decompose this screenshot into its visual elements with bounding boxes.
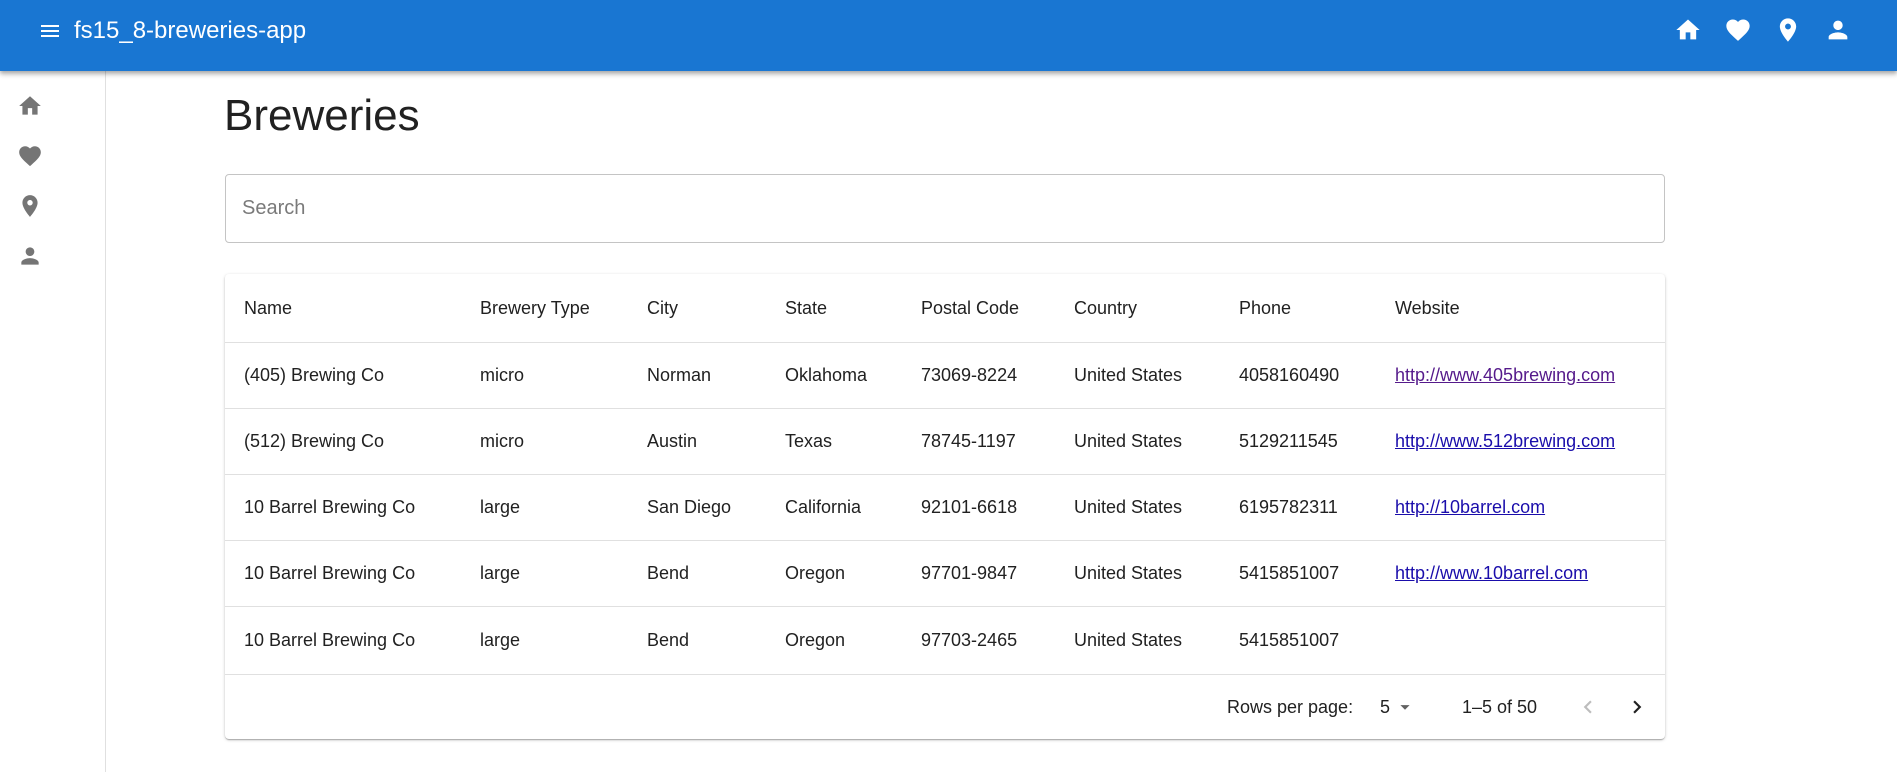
column-header-city[interactable]: City — [647, 274, 678, 342]
cell-postal-code: 92101-6618 — [921, 497, 1018, 517]
column-header-name[interactable]: Name — [244, 274, 292, 342]
favorites-button[interactable] — [1723, 15, 1753, 45]
cell-phone: 5415851007 — [1239, 563, 1340, 583]
rows-per-page-select[interactable]: 5 — [1380, 675, 1416, 739]
table-header-row: Name Brewery Type City State Postal Code… — [225, 274, 1665, 343]
table-row: (512) Brewing Co micro Austin Texas 7874… — [225, 409, 1665, 475]
column-header-country[interactable]: Country — [1074, 274, 1137, 342]
drawer-item-favorites[interactable] — [15, 141, 45, 171]
cell-state: Texas — [785, 431, 833, 451]
location-button[interactable] — [1773, 15, 1803, 45]
location-pin-icon — [1779, 18, 1797, 42]
column-header-postal-code[interactable]: Postal Code — [921, 274, 1019, 342]
drawer-item-location[interactable] — [15, 191, 45, 221]
cell-country: United States — [1074, 563, 1183, 583]
person-icon — [21, 247, 39, 265]
cell-website: http://10barrel.com — [1395, 475, 1545, 540]
cell-phone: 5129211545 — [1239, 431, 1338, 451]
cell-brewery-type: large — [480, 630, 521, 650]
app-bar: fs15_8-breweries-app — [0, 0, 1897, 71]
menu-icon — [41, 25, 59, 37]
cell-phone: 6195782311 — [1239, 497, 1338, 517]
cell-phone: 5415851007 — [1239, 630, 1340, 650]
location-pin-icon — [22, 195, 38, 217]
menu-button[interactable] — [33, 14, 67, 48]
cell-brewery-type: large — [480, 563, 521, 583]
side-drawer — [0, 71, 106, 772]
drawer-item-home[interactable] — [15, 91, 45, 121]
cell-postal-code: 97701-9847 — [921, 563, 1018, 583]
app-title: fs15_8-breweries-app — [74, 17, 307, 44]
website-link[interactable]: http://www.512brewing.com — [1395, 431, 1615, 452]
cell-brewery-type: micro — [480, 365, 524, 385]
cell-country: United States — [1074, 431, 1183, 451]
website-link[interactable]: http://www.405brewing.com — [1395, 365, 1615, 386]
cell-city: Austin — [647, 431, 698, 451]
cell-city: San Diego — [647, 497, 732, 517]
page-title: Breweries — [224, 91, 420, 140]
cell-name: 10 Barrel Brewing Co — [244, 497, 416, 517]
table-row: (405) Brewing Co micro Norman Oklahoma 7… — [225, 343, 1665, 409]
rows-per-page-label: Rows per page: — [1227, 696, 1354, 717]
home-icon — [19, 96, 41, 115]
cell-state: Oregon — [785, 563, 846, 583]
rows-per-page-value: 5 — [1380, 696, 1391, 717]
cell-brewery-type: micro — [480, 431, 524, 451]
website-link[interactable]: http://10barrel.com — [1395, 497, 1545, 518]
cell-website: http://www.10barrel.com — [1395, 541, 1588, 606]
cell-name: (512) Brewing Co — [244, 431, 385, 451]
cell-state: Oregon — [785, 630, 846, 650]
person-icon — [1828, 20, 1848, 40]
cell-name: 10 Barrel Brewing Co — [244, 630, 416, 650]
cell-website: http://www.405brewing.com — [1395, 343, 1615, 408]
home-button[interactable] — [1673, 15, 1703, 45]
table-row: 10 Barrel Brewing Co large Bend Oregon 9… — [225, 541, 1665, 607]
home-icon — [1676, 19, 1700, 40]
drawer-item-account[interactable] — [15, 241, 45, 271]
heart-icon — [19, 146, 41, 167]
column-header-phone[interactable]: Phone — [1239, 274, 1291, 342]
page-range: 1–5 of 50 — [1462, 696, 1538, 717]
column-header-brewery-type[interactable]: Brewery Type — [480, 274, 590, 342]
cell-phone: 4058160490 — [1239, 365, 1340, 385]
cell-brewery-type: large — [480, 497, 521, 517]
cell-postal-code: 73069-8224 — [921, 365, 1018, 385]
cell-state: California — [785, 497, 862, 517]
table-pagination: Rows per page: 5 1–5 of 50 — [225, 675, 1665, 739]
cell-state: Oklahoma — [785, 365, 868, 385]
search-input[interactable] — [225, 174, 1665, 243]
cell-city: Norman — [647, 365, 712, 385]
table-row: 10 Barrel Brewing Co large San Diego Cal… — [225, 475, 1665, 541]
cell-name: 10 Barrel Brewing Co — [244, 563, 416, 583]
cell-country: United States — [1074, 630, 1183, 650]
cell-country: United States — [1074, 365, 1183, 385]
cell-postal-code: 78745-1197 — [921, 431, 1016, 451]
previous-page-button[interactable] — [1572, 691, 1604, 723]
cell-city: Bend — [647, 630, 690, 650]
next-page-button[interactable] — [1621, 691, 1653, 723]
table-row: 10 Barrel Brewing Co large Bend Oregon 9… — [225, 607, 1665, 675]
cell-city: Bend — [647, 563, 690, 583]
account-button[interactable] — [1823, 15, 1853, 45]
caret-down-icon — [1400, 705, 1410, 710]
column-header-state[interactable]: State — [785, 274, 827, 342]
cell-country: United States — [1074, 497, 1183, 517]
column-header-website[interactable]: Website — [1395, 274, 1460, 342]
cell-postal-code: 97703-2465 — [921, 630, 1018, 650]
cell-name: (405) Brewing Co — [244, 365, 385, 385]
chevron-left-icon — [1583, 700, 1592, 714]
website-link[interactable]: http://www.10barrel.com — [1395, 563, 1588, 584]
breweries-table: Name Brewery Type City State Postal Code… — [225, 274, 1665, 739]
cell-website: http://www.512brewing.com — [1395, 409, 1615, 474]
chevron-right-icon — [1633, 700, 1642, 714]
heart-icon — [1726, 19, 1750, 41]
